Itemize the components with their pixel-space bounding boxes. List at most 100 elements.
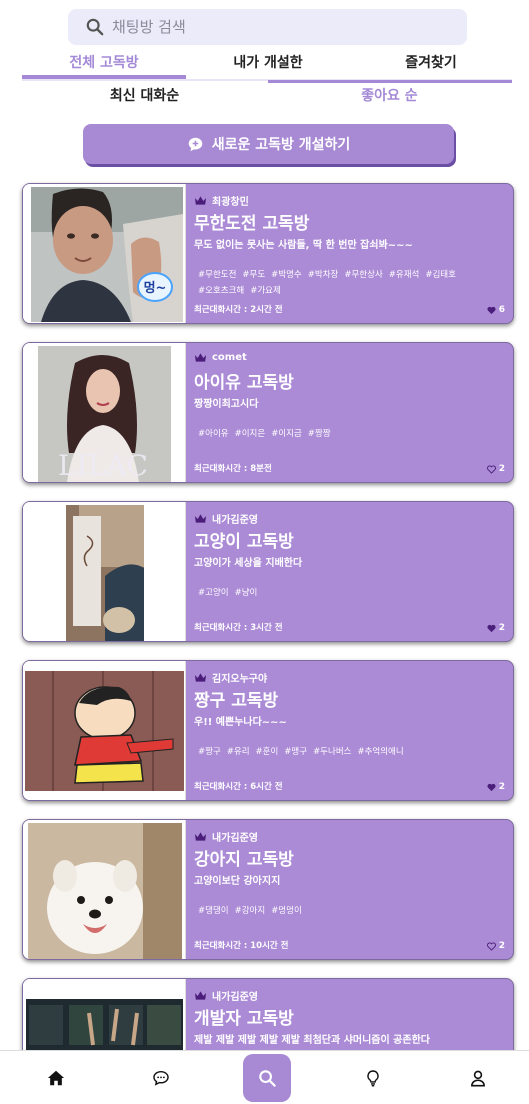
tag[interactable]: #김태호 (425, 270, 456, 280)
tag[interactable]: #무한상사 (344, 270, 382, 280)
room-info: 김지오누구야 짱구 고독방 우!! 예쁜누나다~~~ #짱구 #유리 #훈이 #맹구 #… (194, 661, 505, 800)
heart-filled-icon (487, 306, 496, 314)
tab-active-indicator (22, 75, 186, 79)
room-card[interactable]: 내가김준영 강아지 고독방 고양이보단 강아지지 #댕댕이 #강아지 #멍멍이 최근… (22, 819, 514, 960)
tag[interactable]: #아이유 (198, 429, 229, 439)
room-thumbnail (23, 661, 186, 800)
tag[interactable]: #무한도전 (198, 270, 236, 280)
tag[interactable]: #추억의애니 (357, 747, 403, 757)
room-title: 강아지 고독방 (194, 850, 294, 870)
crown-icon (194, 353, 207, 362)
sort-options: 최신 대화순 좋아요 순 (22, 85, 512, 111)
room-description: 우!! 예쁜누나다~~~ (194, 717, 287, 728)
like-count[interactable]: 2 (487, 623, 505, 633)
owner-name: comet (212, 352, 247, 363)
room-thumbnail (23, 502, 186, 641)
room-title: 고양이 고독방 (194, 532, 294, 552)
owner-name: 내가김준영 (212, 515, 258, 526)
tag[interactable]: #훈이 (256, 747, 279, 757)
room-info: 최광창민 무한도전 고독방 무도 없이는 못사는 사람들, 딱 한 번만 잡쇠봐… (194, 184, 505, 323)
room-title: 아이유 고독방 (194, 373, 294, 393)
last-chat-time: 최근대화시간 : 8분전 (194, 464, 272, 474)
tab-favorites[interactable]: 즐겨찾기 (350, 52, 512, 78)
tag[interactable]: #이지금 (271, 429, 302, 439)
search-icon (258, 1069, 276, 1087)
tag[interactable]: #이지은 (235, 429, 266, 439)
create-room-label: 새로운 고독방 개설하기 (211, 137, 351, 153)
sort-likes[interactable]: 좋아요 순 (267, 85, 512, 107)
search-bar[interactable] (68, 9, 467, 45)
tab-my-rooms[interactable]: 내가 개설한 (186, 52, 350, 78)
owner-name: 내가김준영 (212, 833, 258, 844)
like-number: 2 (498, 782, 505, 792)
like-count[interactable]: 2 (487, 782, 505, 792)
room-tags: #고양이 #냥이 (198, 585, 498, 601)
tag[interactable]: #박명수 (271, 270, 302, 280)
nav-profile[interactable] (448, 1051, 508, 1104)
thumbnail-caption: 멍~ (144, 280, 167, 296)
like-count[interactable]: 6 (487, 305, 505, 315)
tag[interactable]: #유재석 (389, 270, 420, 280)
like-number: 6 (498, 305, 505, 315)
room-tags: #짱구 #유리 #훈이 #맹구 #두나버스 #추억의애니 (198, 744, 498, 760)
last-chat-time: 최근대화시간 : 2시간 전 (194, 305, 283, 315)
room-card[interactable]: LILAC comet 아이유 고독방 짱짱이최고시다 #아이유 #이지은 #이지금… (22, 342, 514, 483)
room-title: 무한도전 고독방 (194, 214, 310, 234)
owner-name: 내가김준영 (212, 992, 258, 1003)
like-count[interactable]: 2 (486, 464, 505, 474)
crown-icon (194, 514, 207, 523)
search-input[interactable] (112, 18, 412, 36)
chat-plus-icon (188, 137, 203, 151)
heart-filled-icon (487, 624, 496, 632)
room-card[interactable]: 멍~ 최광창민 무한도전 고독방 무도 없이는 못사는 사람들, 딱 한 번만 … (22, 183, 514, 324)
crown-icon (194, 832, 207, 841)
nav-ideas[interactable] (343, 1051, 403, 1104)
sort-latest[interactable]: 최신 대화순 (22, 85, 267, 107)
tag[interactable]: #맹구 (284, 747, 307, 757)
room-title: 개발자 고독방 (194, 1009, 294, 1029)
like-count[interactable]: 2 (486, 941, 505, 951)
tag[interactable]: #짱짱 (308, 429, 331, 439)
tag[interactable]: #가요제 (250, 286, 281, 296)
nav-home[interactable] (26, 1051, 86, 1104)
room-owner: 김지오누구야 (194, 670, 267, 685)
tag[interactable]: #강아지 (235, 906, 266, 916)
tag[interactable]: #멍멍이 (271, 906, 302, 916)
tag[interactable]: #고양이 (198, 588, 229, 598)
nav-chat[interactable] (131, 1051, 191, 1104)
bottom-navigation (0, 1050, 529, 1104)
tag[interactable]: #박차장 (308, 270, 339, 280)
room-tags: #댕댕이 #강아지 #멍멍이 (198, 903, 498, 919)
room-owner: 내가김준영 (194, 988, 258, 1003)
room-card[interactable]: 내가김준영 고양이 고독방 고양이가 세상을 지배한다 #고양이 #냥이 최근대화… (22, 501, 514, 642)
crown-icon (194, 196, 207, 205)
create-room-button[interactable]: 새로운 고독방 개설하기 (83, 124, 454, 164)
bulb-icon (367, 1070, 379, 1087)
like-number: 2 (498, 623, 505, 633)
room-owner: 내가김준영 (194, 511, 258, 526)
tag[interactable]: #오호츠크해 (198, 286, 244, 296)
tag[interactable]: #댕댕이 (198, 906, 229, 916)
room-owner: 내가김준영 (194, 829, 258, 844)
crown-icon (194, 991, 207, 1000)
album-title: LILAC (58, 449, 148, 482)
tag[interactable]: #무도 (242, 270, 265, 280)
tag[interactable]: #짱구 (198, 747, 221, 757)
room-tags: #무한도전 #무도 #박명수 #박차장 #무한상사 #유재석 #김태호 #오호츠크해 #가요제 (198, 267, 498, 299)
nav-search[interactable] (243, 1054, 291, 1102)
last-chat-time: 최근대화시간 : 6시간 전 (194, 782, 283, 792)
room-description: 고양이보단 강아지지 (194, 876, 281, 887)
like-number: 2 (498, 941, 505, 951)
user-icon (471, 1070, 485, 1087)
room-info: 내가김준영 고양이 고독방 고양이가 세상을 지배한다 #고양이 #냥이 최근대화… (194, 502, 505, 641)
tag[interactable]: #유리 (227, 747, 250, 757)
heart-outline-icon (486, 464, 496, 474)
tag[interactable]: #두나버스 (313, 747, 351, 757)
like-number: 2 (498, 464, 505, 474)
room-card[interactable]: 김지오누구야 짱구 고독방 우!! 예쁜누나다~~~ #짱구 #유리 #훈이 #맹구 #… (22, 660, 514, 801)
tag[interactable]: #냥이 (235, 588, 258, 598)
last-chat-time: 최근대화시간 : 10시간 전 (194, 941, 289, 951)
owner-name: 김지오누구야 (212, 674, 268, 685)
room-title: 짱구 고독방 (194, 691, 279, 711)
room-owner: comet (194, 352, 247, 363)
